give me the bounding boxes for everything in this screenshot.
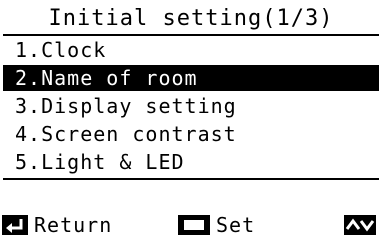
page-title: Initial setting(1/3)	[48, 6, 334, 31]
menu-item-screen-contrast[interactable]: 4.Screen contrast	[3, 121, 379, 147]
navigate-button[interactable]	[344, 212, 376, 238]
return-button[interactable]: Return	[2, 212, 112, 238]
menu-item-name-of-room[interactable]: 2.Name of room	[3, 65, 379, 91]
set-label: Set	[216, 213, 256, 237]
menu-item-light-led[interactable]: 5.Light & LED	[3, 149, 379, 175]
set-square-icon	[178, 215, 210, 235]
up-down-arrows-icon	[344, 215, 376, 235]
return-label: Return	[34, 213, 113, 237]
menu-item-display-setting[interactable]: 3.Display setting	[3, 93, 379, 119]
menu-item-clock[interactable]: 1.Clock	[3, 37, 379, 63]
settings-menu: 1.Clock 2.Name of room 3.Display setting…	[3, 37, 379, 177]
footer-bar: Return Set	[0, 212, 382, 238]
menu-bottom-divider	[3, 178, 379, 180]
return-arrow-icon	[2, 215, 28, 235]
title-divider	[3, 34, 379, 36]
initial-setting-screen: Initial setting(1/3) 1.Clock 2.Name of r…	[0, 0, 382, 241]
set-button[interactable]: Set	[178, 212, 255, 238]
